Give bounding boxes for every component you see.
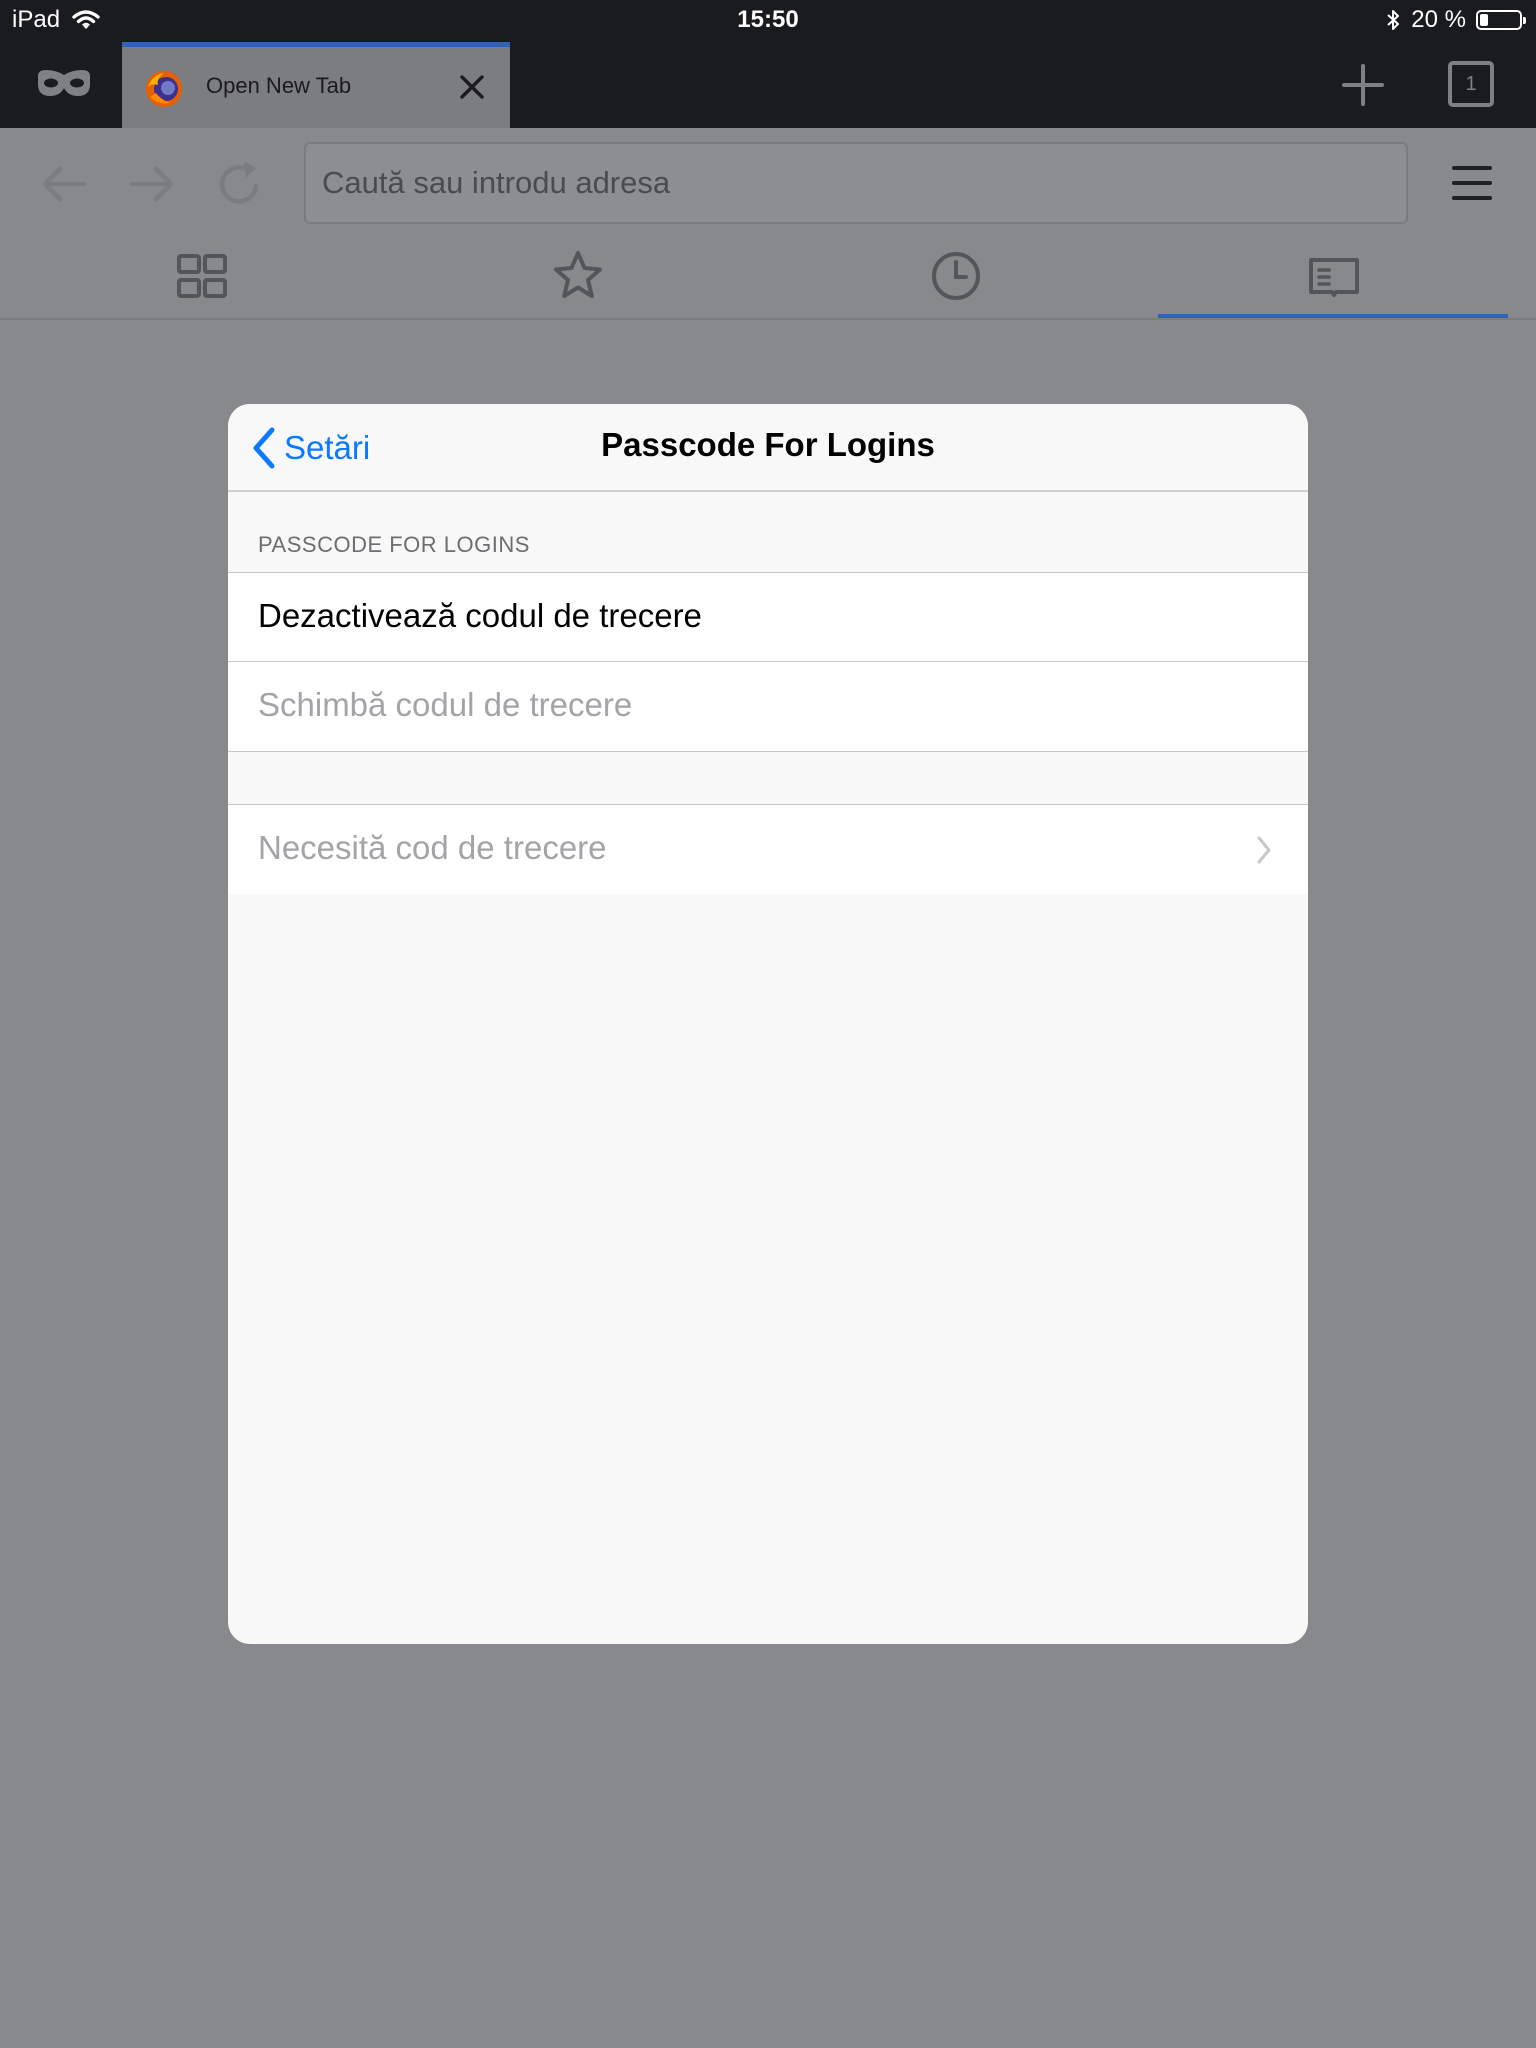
top-sites-grid-icon[interactable] [174,248,230,304]
status-bar: iPad 15:50 20 % [0,0,1536,42]
toolbar: Caută sau introdu adresa [0,128,1536,318]
modal-title: Passcode For Logins [601,426,935,463]
battery-icon [1476,10,1526,30]
plus-icon[interactable] [1340,62,1386,108]
modal-header: Setări Passcode For Logins [228,404,1308,492]
section-header: PASSCODE FOR LOGINS [258,532,530,557]
forward-arrow-icon[interactable] [126,158,178,210]
url-input[interactable]: Caută sau introdu adresa [304,142,1408,224]
passcode-settings-modal: Setări Passcode For Logins PASSCODE FOR … [228,404,1308,1644]
list-item-label: Dezactivează codul de trecere [258,597,702,634]
list-item-label: Schimbă codul de trecere [258,686,633,723]
battery-level [1480,14,1488,26]
status-right: 20 % [1385,6,1526,34]
battery-percent: 20 % [1411,6,1466,33]
list-item-label: Necesită cod de trecere [258,829,607,866]
toolbar-divider [0,318,1536,320]
history-clock-icon[interactable] [928,248,984,304]
url-placeholder: Caută sau introdu adresa [322,165,671,200]
reload-icon[interactable] [214,158,266,210]
back-arrow-icon[interactable] [38,158,90,210]
private-mode-icon[interactable] [34,66,94,102]
chevron-right-icon [1257,836,1271,864]
bluetooth-icon [1387,10,1400,30]
bookmark-star-icon[interactable] [550,248,606,304]
reading-list-icon[interactable] [1306,248,1362,304]
close-icon[interactable] [454,69,490,105]
tab-count-button[interactable]: 1 [1448,61,1494,107]
tab-open-new-tab[interactable]: Open New Tab [122,42,510,128]
list-item-disable-passcode[interactable]: Dezactivează codul de trecere [228,572,1308,662]
tab-title: Open New Tab [206,73,352,98]
list-item-change-passcode[interactable]: Schimbă codul de trecere [228,662,1308,752]
tab-strip: Open New Tab 1 [0,42,1536,128]
list-item-require-passcode[interactable]: Necesită cod de trecere [228,804,1308,894]
status-time: 15:50 [737,6,799,33]
firefox-icon [146,71,182,107]
tab-count: 1 [1465,72,1477,95]
hamburger-menu-icon[interactable] [1450,160,1494,206]
